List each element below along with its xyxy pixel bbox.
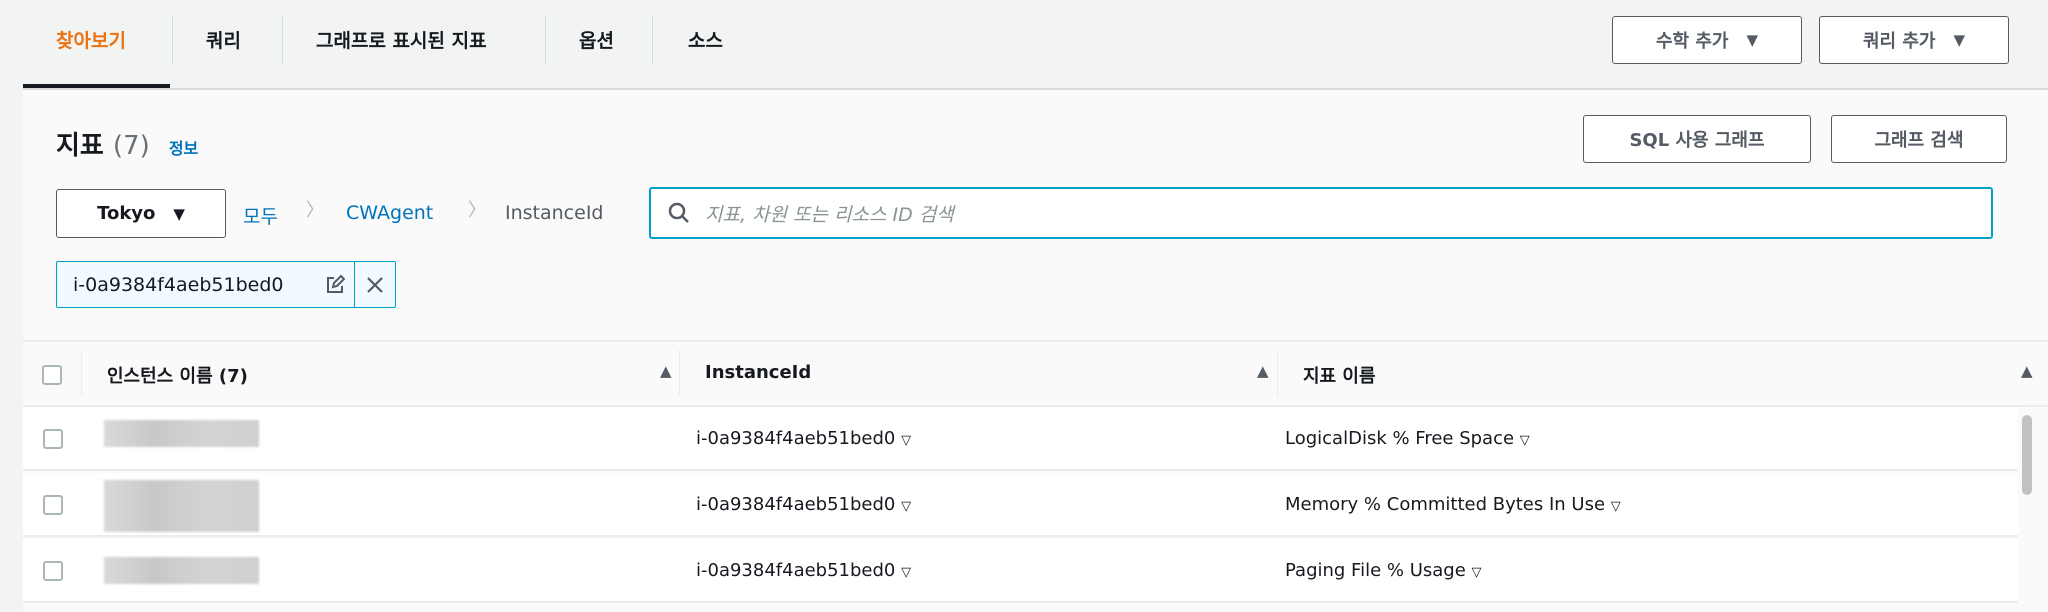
instance-id: i-0a9384f4aeb51bed0 <box>696 428 896 449</box>
table-row[interactable]: i-0a9384f4aeb51bed0 ▽ Memory % Committed… <box>23 473 2018 537</box>
sort-icon[interactable]: ▲ <box>1257 362 1269 380</box>
instance-id-cell: i-0a9384f4aeb51bed0 ▽ <box>696 428 911 449</box>
column-header-metric-name[interactable]: 지표 이름 <box>1303 362 1376 388</box>
tab-browse[interactable]: 찾아보기 <box>56 26 126 53</box>
sort-icon[interactable]: ▲ <box>2021 362 2033 380</box>
instance-id: i-0a9384f4aeb51bed0 <box>696 494 896 515</box>
table-header <box>23 340 2048 407</box>
metric-name: LogicalDisk % Free Space <box>1285 428 1515 449</box>
column-divider <box>679 350 680 396</box>
tab-source[interactable]: 소스 <box>688 26 723 53</box>
scrollbar-thumb[interactable] <box>2022 415 2032 495</box>
tab-options[interactable]: 옵션 <box>579 26 614 53</box>
filter-dropdown-icon[interactable]: ▽ <box>901 433 911 448</box>
region-label: Tokyo <box>97 203 156 224</box>
instance-id-cell: i-0a9384f4aeb51bed0 ▽ <box>696 560 911 581</box>
add-math-button[interactable]: 수학 추가 ▼ <box>1612 16 1802 64</box>
select-all-checkbox[interactable] <box>42 365 62 385</box>
tab-divider <box>282 16 283 64</box>
breadcrumb-all[interactable]: 모두 <box>243 202 278 229</box>
edit-icon[interactable] <box>325 275 345 295</box>
instance-id-cell: i-0a9384f4aeb51bed0 ▽ <box>696 494 911 515</box>
filter-token-label: i-0a9384f4aeb51bed0 <box>73 274 284 296</box>
search-input[interactable]: 지표, 차원 또는 리소스 ID 검색 <box>649 187 1993 239</box>
filter-dropdown-icon[interactable]: ▽ <box>1472 565 1482 580</box>
scrollbar-track[interactable] <box>2018 407 2038 612</box>
column-divider <box>81 350 82 396</box>
add-query-label: 쿼리 추가 <box>1862 31 1936 52</box>
tab-divider <box>172 16 173 64</box>
filter-token: i-0a9384f4aeb51bed0 <box>56 261 396 308</box>
page-title: 지표 <box>56 131 104 161</box>
redacted-instance-name <box>104 480 259 532</box>
tab-query[interactable]: 쿼리 <box>206 26 241 53</box>
row-checkbox[interactable] <box>43 429 63 449</box>
caret-down-icon: ▼ <box>1746 31 1759 49</box>
graph-search-button[interactable]: 그래프 검색 <box>1831 115 2007 163</box>
column-divider <box>1277 350 1278 396</box>
metrics-heading: 지표 (7) 정보 <box>56 125 198 162</box>
metric-name: Paging File % Usage <box>1285 560 1466 581</box>
caret-down-icon: ▼ <box>173 204 185 223</box>
column-header-instance-name[interactable]: 인스턴스 이름 (7) <box>107 362 248 388</box>
metrics-count: (7) <box>112 131 150 161</box>
remove-token-icon[interactable] <box>365 275 385 295</box>
info-link[interactable]: 정보 <box>169 139 198 158</box>
chevron-right-icon: 〉 <box>306 200 324 221</box>
breadcrumb-cwagent[interactable]: CWAgent <box>346 202 433 224</box>
search-placeholder: 지표, 차원 또는 리소스 ID 검색 <box>705 203 954 226</box>
metric-name-cell: Memory % Committed Bytes In Use ▽ <box>1285 494 1621 515</box>
chevron-right-icon: 〉 <box>468 200 486 221</box>
metric-name-cell: LogicalDisk % Free Space ▽ <box>1285 428 1530 449</box>
breadcrumb-instanceid: InstanceId <box>505 202 604 224</box>
table-row[interactable]: i-0a9384f4aeb51bed0 ▽ Paging File % Usag… <box>23 539 2018 603</box>
token-divider <box>354 262 355 307</box>
region-select[interactable]: Tokyo ▼ <box>56 189 226 238</box>
metric-name: Memory % Committed Bytes In Use <box>1285 494 1606 515</box>
column-header-instanceid[interactable]: InstanceId <box>705 362 811 383</box>
filter-dropdown-icon[interactable]: ▽ <box>901 499 911 514</box>
filter-dropdown-icon[interactable]: ▽ <box>901 565 911 580</box>
filter-dropdown-icon[interactable]: ▽ <box>1520 433 1530 448</box>
metric-name-cell: Paging File % Usage ▽ <box>1285 560 1482 581</box>
row-checkbox[interactable] <box>43 495 63 515</box>
redacted-instance-name <box>104 557 259 584</box>
caret-down-icon: ▼ <box>1953 31 1966 49</box>
tab-divider <box>652 16 653 64</box>
table-row[interactable]: i-0a9384f4aeb51bed0 ▽ LogicalDisk % Free… <box>23 407 2018 471</box>
tab-divider <box>545 16 546 64</box>
add-query-button[interactable]: 쿼리 추가 ▼ <box>1819 16 2009 64</box>
tab-graphed-metrics[interactable]: 그래프로 표시된 지표 <box>316 26 487 53</box>
instance-id: i-0a9384f4aeb51bed0 <box>696 560 896 581</box>
add-math-label: 수학 추가 <box>1655 31 1729 52</box>
redacted-instance-name <box>104 420 259 447</box>
filter-dropdown-icon[interactable]: ▽ <box>1611 499 1621 514</box>
row-checkbox[interactable] <box>43 561 63 581</box>
sql-graph-button[interactable]: SQL 사용 그래프 <box>1583 115 1811 163</box>
sort-icon[interactable]: ▲ <box>660 362 672 380</box>
search-icon <box>668 202 689 223</box>
